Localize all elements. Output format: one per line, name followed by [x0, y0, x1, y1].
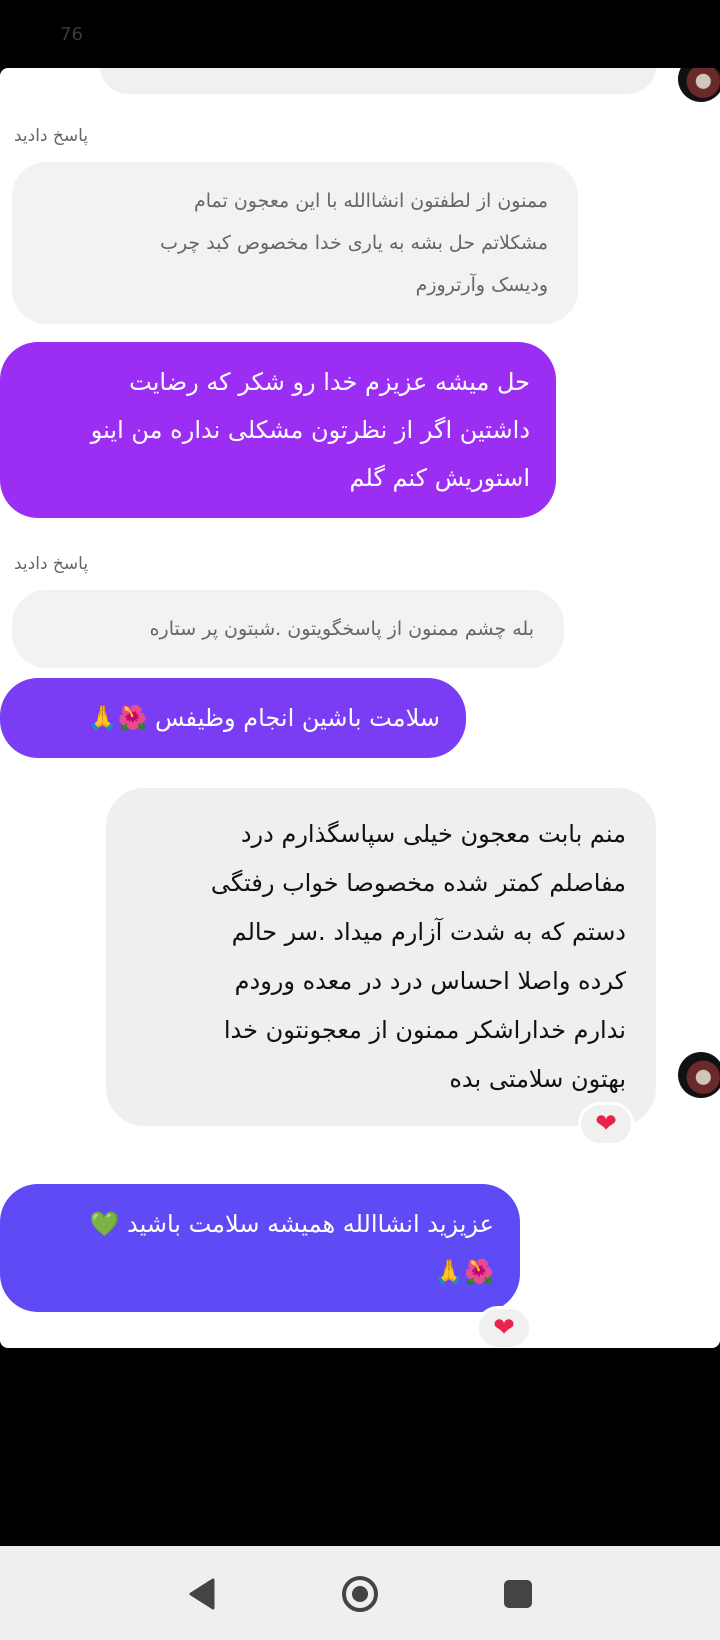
- chat-thread[interactable]: پاسخ دادید ممنون از لطفتون انشاالله با ا…: [0, 68, 720, 1348]
- received-message-bubble[interactable]: منم بابت معجون خیلی سپاسگذارم درد مفاصلم…: [106, 788, 656, 1126]
- back-icon[interactable]: [183, 1574, 223, 1614]
- heart-icon: ❤: [493, 1313, 515, 1343]
- home-icon[interactable]: [340, 1574, 380, 1614]
- status-time: 76: [60, 24, 83, 45]
- system-navigation-bar: [0, 1546, 720, 1640]
- sent-message-bubble[interactable]: حل میشه عزیزم خدا رو شکر که رضایت داشتین…: [0, 342, 556, 518]
- reaction-badge[interactable]: ❤: [476, 1306, 532, 1348]
- reply-label: پاسخ دادید: [14, 554, 89, 574]
- reaction-badge[interactable]: ❤: [578, 1102, 634, 1146]
- contact-avatar[interactable]: [678, 68, 720, 102]
- sent-message-bubble[interactable]: سلامت باشین انجام وظیفس 🌺🙏: [0, 678, 466, 758]
- recents-icon[interactable]: [498, 1574, 538, 1614]
- reply-label: پاسخ دادید: [14, 126, 89, 146]
- partial-message-bubble: [100, 68, 656, 94]
- quoted-message[interactable]: ممنون از لطفتون انشاالله با این معجون تم…: [12, 162, 578, 324]
- heart-icon: ❤: [595, 1109, 617, 1139]
- contact-avatar[interactable]: [678, 1052, 720, 1098]
- sent-message-bubble[interactable]: عزیزید انشاالله همیشه سلامت باشید 💚 🌺🙏: [0, 1184, 520, 1312]
- status-bar: 76: [0, 0, 720, 68]
- quoted-message[interactable]: بله چشم ممنون از پاسخگویتون .شبتون پر ست…: [12, 590, 564, 668]
